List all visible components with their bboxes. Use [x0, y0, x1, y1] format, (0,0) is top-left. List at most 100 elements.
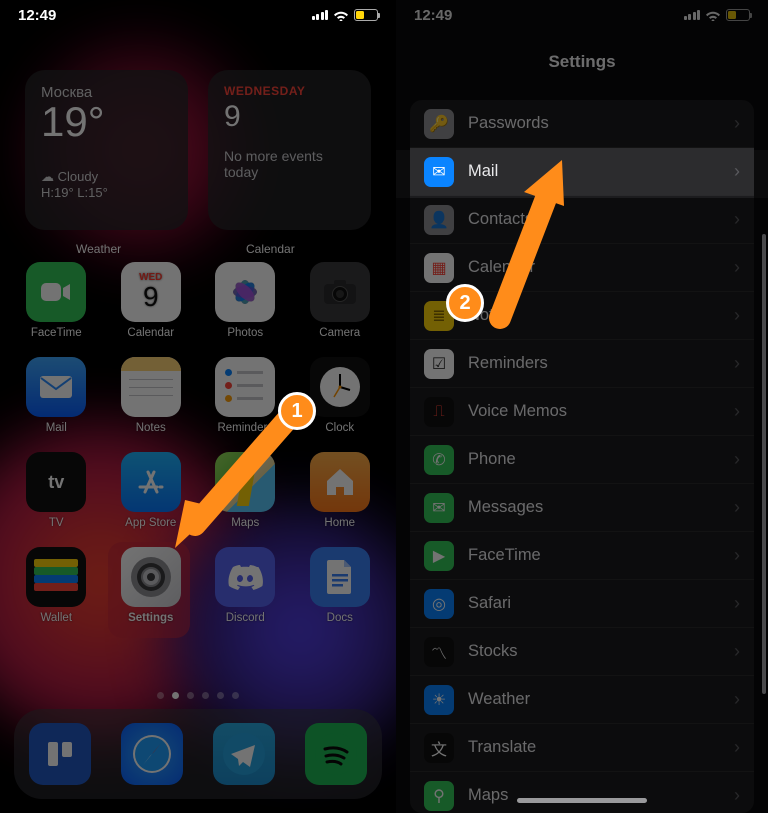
home-indicator[interactable] [517, 798, 647, 803]
status-icons [312, 9, 379, 21]
messages-icon: ✉︎ [424, 493, 454, 523]
dock [14, 709, 382, 799]
status-bar-right: 12:49 [396, 0, 768, 30]
settings-row-safari[interactable]: ◎Safari› [410, 580, 754, 628]
settings-list[interactable]: 🔑Passwords› ✉︎Mail› 👤Contacts› ▦Calendar… [410, 100, 754, 813]
app-mail[interactable]: Mail [22, 357, 91, 434]
status-time: 12:49 [414, 7, 452, 24]
settings-row-maps[interactable]: ⚲Maps› [410, 772, 754, 813]
dock-app-trello[interactable] [29, 723, 91, 785]
home-icon [310, 452, 370, 512]
reminders-icon [215, 357, 275, 417]
camera-icon [310, 262, 370, 322]
weather-temp: 19° [41, 101, 172, 143]
chevron-right-icon: › [734, 689, 740, 710]
app-photos[interactable]: Photos [211, 262, 280, 339]
settings-screen: 12:49 Settings 🔑Passwords› ✉︎Mail› 👤Cont… [396, 0, 768, 813]
translate-icon: 文 [424, 733, 454, 763]
home-screen: 12:49 Москва 19° ☁︎ Cloudy H:19° L:15° W… [0, 0, 396, 813]
phone-icon: ✆ [424, 445, 454, 475]
settings-row-contacts[interactable]: 👤Contacts› [410, 196, 754, 244]
chevron-right-icon: › [734, 113, 740, 134]
settings-row-messages[interactable]: ✉︎Messages› [410, 484, 754, 532]
settings-row-translate[interactable]: 文Translate› [410, 724, 754, 772]
status-bar-left: 12:49 [0, 0, 396, 30]
weather-icon: ☀︎ [424, 685, 454, 715]
docs-icon [310, 547, 370, 607]
settings-row-reminders[interactable]: ☑︎Reminders› [410, 340, 754, 388]
settings-row-passwords[interactable]: 🔑Passwords› [410, 100, 754, 148]
app-wallet[interactable]: Wallet [22, 547, 91, 624]
wallet-icon [26, 547, 86, 607]
settings-row-facetime[interactable]: ▶︎FaceTime› [410, 532, 754, 580]
chevron-right-icon: › [734, 353, 740, 374]
chevron-right-icon: › [734, 449, 740, 470]
calendar-date: 9 [224, 100, 355, 134]
voicememos-icon: ⎍ [424, 397, 454, 427]
chevron-right-icon: › [734, 161, 740, 182]
app-notes[interactable]: Notes [117, 357, 186, 434]
notes-icon [121, 357, 181, 417]
app-maps[interactable]: 280Maps [211, 452, 280, 529]
chevron-right-icon: › [734, 401, 740, 422]
app-appstore[interactable]: App Store [117, 452, 186, 529]
app-calendar[interactable]: WED9Calendar [117, 262, 186, 339]
weather-widget[interactable]: Москва 19° ☁︎ Cloudy H:19° L:15° [25, 70, 188, 230]
app-settings[interactable]: Settings [117, 547, 186, 624]
cellular-icon [684, 10, 701, 20]
app-reminders[interactable]: Reminders [211, 357, 280, 434]
calendar-widget[interactable]: WEDNESDAY 9 No more events today [208, 70, 371, 230]
app-discord[interactable]: Discord [211, 547, 280, 624]
status-time: 12:49 [18, 7, 56, 24]
chevron-right-icon: › [734, 737, 740, 758]
battery-icon [726, 9, 750, 21]
weather-widget-label: Weather [76, 242, 121, 256]
settings-row-mail[interactable]: ✉︎Mail› [410, 148, 754, 196]
stocks-icon: 〽︎ [424, 637, 454, 667]
wifi-icon [705, 9, 721, 21]
maps-icon: 280 [215, 452, 275, 512]
app-facetime[interactable]: FaceTime [22, 262, 91, 339]
weather-condition: ☁︎ Cloudy H:19° L:15° [41, 169, 172, 200]
settings-row-phone[interactable]: ✆Phone› [410, 436, 754, 484]
tv-icon: tv [26, 452, 86, 512]
discord-icon [215, 547, 275, 607]
wifi-icon [333, 9, 349, 21]
chevron-right-icon: › [734, 497, 740, 518]
widget-stack: Москва 19° ☁︎ Cloudy H:19° L:15° WEDNESD… [25, 70, 371, 230]
key-icon: 🔑 [424, 109, 454, 139]
chevron-right-icon: › [734, 785, 740, 806]
settings-icon [121, 547, 181, 607]
chevron-right-icon: › [734, 209, 740, 230]
settings-row-stocks[interactable]: 〽︎Stocks› [410, 628, 754, 676]
calendar-day: WEDNESDAY [224, 84, 355, 98]
dock-app-spotify[interactable] [305, 723, 367, 785]
status-icons [684, 9, 751, 21]
mail-icon: ✉︎ [424, 157, 454, 187]
page-dots[interactable] [0, 692, 396, 699]
battery-icon [354, 9, 378, 21]
appstore-icon [121, 452, 181, 512]
clock-icon [310, 357, 370, 417]
dock-app-telegram[interactable] [213, 723, 275, 785]
safari-icon: ◎ [424, 589, 454, 619]
facetime-icon: ▶︎ [424, 541, 454, 571]
mail-icon [26, 357, 86, 417]
app-camera[interactable]: Camera [306, 262, 375, 339]
settings-title: Settings [396, 52, 768, 72]
app-docs[interactable]: Docs [306, 547, 375, 624]
app-clock[interactable]: Clock [306, 357, 375, 434]
dock-app-safari[interactable] [121, 723, 183, 785]
cellular-icon [312, 10, 329, 20]
calendar-events: No more events today [224, 148, 355, 180]
calendar-widget-label: Calendar [246, 242, 295, 256]
contacts-icon: 👤 [424, 205, 454, 235]
chevron-right-icon: › [734, 593, 740, 614]
app-home[interactable]: Home [306, 452, 375, 529]
maps-icon: ⚲ [424, 781, 454, 811]
app-tv[interactable]: tvTV [22, 452, 91, 529]
settings-row-voicememos[interactable]: ⎍Voice Memos› [410, 388, 754, 436]
settings-row-weather[interactable]: ☀︎Weather› [410, 676, 754, 724]
scroll-indicator [762, 234, 766, 694]
reminders-icon: ☑︎ [424, 349, 454, 379]
